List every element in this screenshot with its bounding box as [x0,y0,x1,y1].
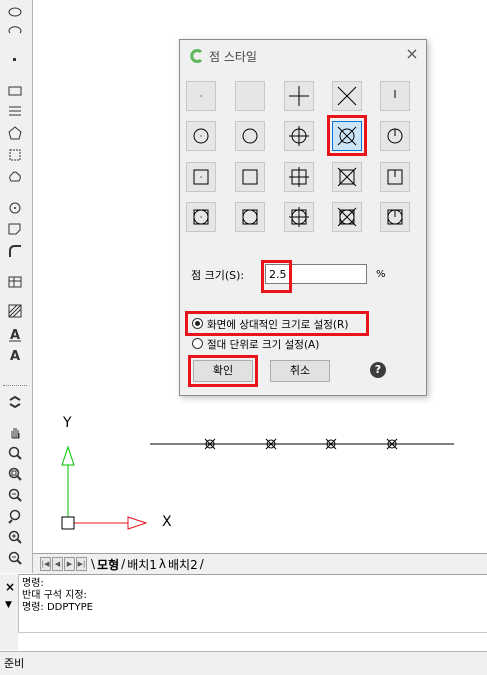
point-marker [325,438,337,450]
ellipse-icon[interactable] [5,3,25,21]
command-window-handle: × ▼ [0,574,19,650]
toolbar-separator [3,385,27,386]
point-marker [204,438,216,450]
next-tab-button[interactable]: ▶ [64,557,75,571]
zoom-previous-icon[interactable] [5,486,25,504]
region-icon[interactable] [5,146,25,164]
close-icon[interactable]: × [404,46,420,62]
point-style-circle-square-plus[interactable] [284,202,314,232]
prev-tab-button[interactable]: ◀ [52,557,63,571]
wipeout-icon[interactable] [5,220,25,238]
tab-layout2[interactable]: 배치2 [166,556,200,573]
point-style-circle-tick[interactable] [380,121,410,151]
last-tab-button[interactable]: ▶| [76,557,87,571]
svg-text:A: A [10,349,20,363]
point-style-circle[interactable] [235,121,265,151]
point-marker [386,438,398,450]
point-style-circle-square[interactable] [235,202,265,232]
ellipse-arc-icon[interactable] [5,22,25,40]
cloud-icon[interactable] [5,168,25,186]
point-style-tick[interactable] [380,81,410,111]
circle-icon[interactable] [5,199,25,217]
close-icon[interactable]: × [5,580,15,594]
text-icon[interactable]: A [5,325,25,343]
dialog-title: 점 스타일 [209,50,257,64]
tab-layout1[interactable]: 배치1 [125,556,159,573]
absolute-size-label[interactable]: 절대 단위로 크기 설정(A) [207,337,319,352]
point-style-dot[interactable] [186,81,216,111]
point-style-square-dot[interactable] [186,162,216,192]
point-style-circle-square-dot[interactable] [186,202,216,232]
command-line: 명령: DDPTYPE [22,602,93,613]
command-line: 반대 구석 지정: [22,590,87,601]
point-style-circle-square-x[interactable] [332,202,362,232]
ucs-y-arrow [61,445,75,466]
zoom-out-icon[interactable] [5,549,25,567]
hatch-icon[interactable] [5,302,25,320]
point-icon[interactable] [5,51,25,69]
regen-icon[interactable] [5,393,25,411]
pan-icon[interactable] [5,423,25,441]
point-style-square-x[interactable] [332,162,362,192]
point-style-dialog: 점 스타일 × 점 크기(S): % 화면에 상대적인 크기로 설정(R) 절대… [179,39,427,396]
point-style-square-tick[interactable] [380,162,410,192]
relative-size-label[interactable]: 화면에 상대적인 크기로 설정(R) [207,317,348,332]
polygon-icon[interactable] [5,124,25,142]
fillet-icon[interactable] [5,242,25,260]
ucs-y-label: Y [63,415,72,431]
zoom-window-icon[interactable] [5,465,25,483]
highlight-size-input [261,260,292,293]
point-style-none[interactable] [235,81,265,111]
point-style-plus[interactable] [284,81,314,111]
zoom-scale-icon[interactable] [5,507,25,525]
draw-toolbar: A A [0,0,33,573]
highlight-selected-style [327,115,367,156]
point-style-square-plus[interactable] [284,162,314,192]
rectangle-icon[interactable] [5,82,25,100]
status-bar [0,651,487,675]
point-style-circle-square-tick[interactable] [380,202,410,232]
dropdown-arrow-icon[interactable]: ▼ [5,600,12,610]
single-text-icon[interactable]: A [5,346,25,364]
svg-text:A: A [10,328,20,342]
point-marker [265,438,277,450]
highlight-ok-button [188,355,258,387]
app-logo-icon [190,49,203,63]
point-size-unit: % [376,269,386,280]
point-size-label: 점 크기(S): [191,269,245,282]
multiline-icon[interactable] [5,102,25,120]
layout-tabs-bar: |◀ ◀ ▶ ▶| \ 모형 / 배치1 λ 배치2 / [33,553,487,574]
absolute-size-radio[interactable] [192,338,203,349]
ucs-origin-box [61,516,75,530]
command-history: 명령: 반대 구석 지정: 명령: DDPTYPE [22,578,93,614]
first-tab-button[interactable]: |◀ [40,557,51,571]
zoom-in-icon[interactable] [5,528,25,546]
status-text: 준비 [4,657,25,670]
zoom-realtime-icon[interactable] [5,444,25,462]
point-style-circle-plus[interactable] [284,121,314,151]
tab-model[interactable]: 모형 [95,556,121,573]
help-icon[interactable]: ? [370,362,386,378]
relative-size-radio[interactable] [192,318,203,329]
command-input[interactable] [18,632,487,650]
ucs-x-arrow [127,516,148,530]
point-style-circle-dot[interactable] [186,121,216,151]
cancel-button[interactable]: 취소 [270,360,330,382]
table-icon[interactable] [5,273,25,291]
command-line: 명령: [22,578,44,589]
point-style-square[interactable] [235,162,265,192]
ucs-x-label: X [162,514,172,530]
point-style-x[interactable] [332,81,362,111]
